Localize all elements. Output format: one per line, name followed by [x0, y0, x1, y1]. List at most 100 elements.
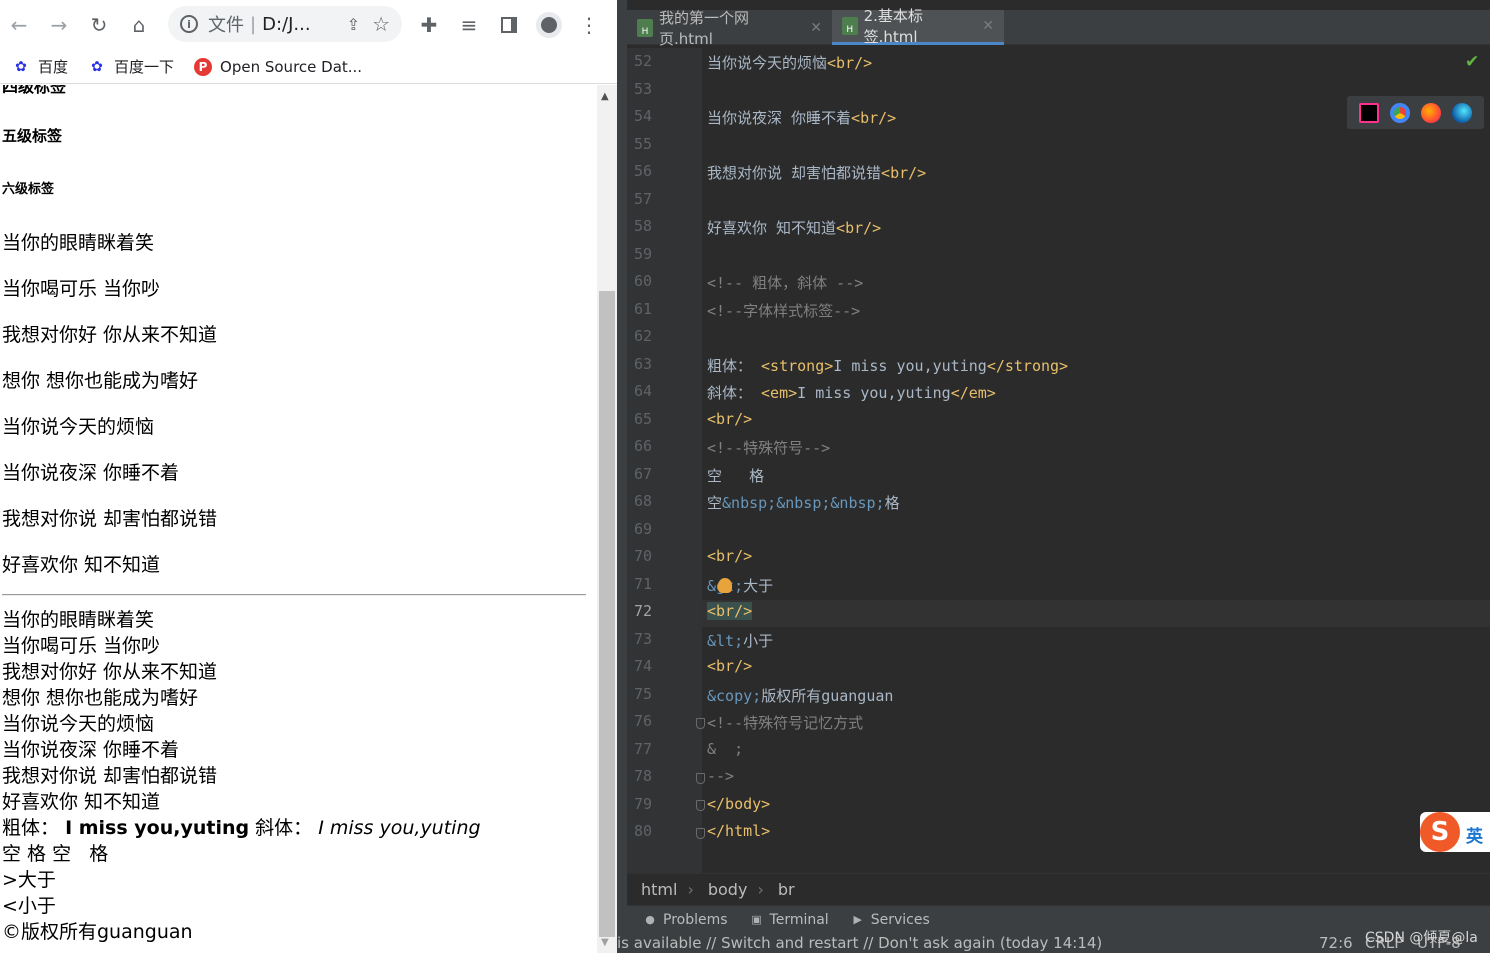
- profile-button[interactable]: [534, 10, 564, 40]
- code-line-79[interactable]: </body>: [707, 795, 770, 813]
- code-line-65[interactable]: <br/>: [707, 410, 752, 428]
- terminal-button[interactable]: ▣ Terminal: [750, 912, 828, 928]
- code-line-75[interactable]: &copy;版权所有guanguan: [707, 685, 893, 706]
- code-line-71[interactable]: &gt;大于: [707, 575, 773, 596]
- problems-button[interactable]: ● Problems: [643, 912, 727, 928]
- chrome-icon[interactable]: [1389, 102, 1410, 123]
- code-line-74[interactable]: <br/>: [707, 657, 752, 675]
- code-text: 小于: [743, 632, 774, 650]
- avatar-icon: [536, 12, 562, 38]
- chevron-right-icon: ›: [757, 880, 764, 899]
- fold-marker-icon[interactable]: [696, 800, 705, 811]
- code-line-64[interactable]: 斜体： <em>I miss you,yuting</em>: [707, 382, 996, 403]
- info-icon[interactable]: i: [180, 15, 198, 33]
- code-line-68[interactable]: 空&nbsp;&nbsp;&nbsp;格: [707, 492, 900, 513]
- close-icon[interactable]: ✕: [982, 18, 994, 34]
- fold-marker-icon[interactable]: [696, 718, 705, 729]
- editor-tabs: H 我的第一个网页.html ✕ H 2.基本标签.html ✕: [627, 7, 1490, 48]
- code-text: I miss you,yuting: [797, 384, 951, 402]
- status-message[interactable]: is available // Switch and restart // Do…: [617, 934, 1102, 952]
- url-text[interactable]: D:/J...: [262, 14, 310, 35]
- code-line-58[interactable]: 好喜欢你 知不知道<br/>: [707, 217, 881, 238]
- line-number: 67: [634, 465, 653, 483]
- back-button[interactable]: ←: [4, 10, 34, 40]
- home-icon: ⌂: [132, 13, 146, 37]
- browser-toolbar: ← → ↻ ⌂ i 文件 | D:/J... ⇪ ☆ ✚ ≡ ⋮: [0, 0, 617, 50]
- text-line: 我想对你说 却害怕都说错: [2, 765, 218, 787]
- bookmark-open-source[interactable]: P Open Source Dat...: [194, 57, 362, 76]
- bookmark-baidu[interactable]: ✿ 百度: [12, 56, 68, 77]
- breadcrumb-html[interactable]: html: [641, 880, 677, 899]
- inspection-ok-icon[interactable]: ✔: [1465, 52, 1479, 72]
- address-bar[interactable]: i 文件 | D:/J... ⇪ ☆: [168, 6, 402, 42]
- fold-marker-icon[interactable]: [696, 828, 705, 839]
- edge-icon[interactable]: [1452, 102, 1473, 123]
- home-button[interactable]: ⌂: [124, 10, 154, 40]
- code-line-78[interactable]: -->: [707, 767, 734, 785]
- extensions-button[interactable]: ✚: [414, 10, 444, 40]
- line-number: 70: [634, 547, 653, 565]
- bookmark-label: 百度一下: [114, 58, 175, 76]
- firefox-icon[interactable]: [1421, 102, 1442, 123]
- terminal-icon: ▣: [751, 913, 762, 926]
- left-tool-strip: [617, 0, 627, 953]
- menu-button[interactable]: ⋮: [574, 10, 604, 40]
- breadcrumb-body[interactable]: body: [708, 880, 748, 899]
- kebab-menu-icon: ⋮: [579, 13, 599, 37]
- line-number: 56: [634, 162, 653, 180]
- code-text: 格: [884, 494, 900, 512]
- line-number: 68: [634, 492, 653, 510]
- font-style-line: 粗体： I miss you,yuting 斜体： I miss you,yut…: [2, 815, 481, 841]
- forward-button[interactable]: →: [44, 10, 74, 40]
- services-icon: ▶: [853, 913, 862, 926]
- line-number: 72: [634, 602, 653, 620]
- scrollbar-thumb[interactable]: [599, 291, 615, 937]
- page-scrollbar[interactable]: ▲ ▼: [597, 85, 617, 953]
- line-number: 55: [634, 135, 653, 153]
- code-text: 空: [707, 494, 723, 512]
- tab-first-page[interactable]: H 我的第一个网页.html ✕: [627, 9, 832, 48]
- code-line-63[interactable]: 粗体： <strong>I miss you,yuting</strong>: [707, 355, 1068, 376]
- media-button[interactable]: ≡: [454, 10, 484, 40]
- bookmark-star-icon[interactable]: ☆: [372, 12, 390, 36]
- lightbulb-icon[interactable]: [718, 578, 732, 593]
- code-line-52[interactable]: 当你说今天的烦恼<br/>: [707, 52, 872, 73]
- reload-button[interactable]: ↻: [84, 10, 114, 40]
- page-content: 四级标签 五级标签 六级标签 当你的眼睛眯着笑 当你喝可乐 当你吵 我想对你好 …: [0, 85, 597, 953]
- caret-position[interactable]: 72:6: [1319, 934, 1353, 952]
- side-panel-button[interactable]: [494, 10, 524, 40]
- line-number: 54: [634, 107, 653, 125]
- intellij-browser-icon[interactable]: [1358, 102, 1379, 123]
- ime-indicator[interactable]: S 英: [1420, 812, 1490, 852]
- code-line-61[interactable]: <!--字体样式标签-->: [707, 300, 860, 321]
- line-number: 52: [634, 52, 653, 70]
- code-line-70[interactable]: <br/>: [707, 547, 752, 565]
- scroll-down-icon[interactable]: ▼: [601, 937, 609, 948]
- code-line-60[interactable]: <!-- 粗体，斜体 -->: [707, 272, 863, 293]
- code-line-67[interactable]: 空 格: [707, 465, 764, 486]
- breadcrumb-br[interactable]: br: [778, 880, 795, 899]
- code-line-56[interactable]: 我想对你说 却害怕都说错<br/>: [707, 162, 926, 183]
- code-line-66[interactable]: <!--特殊符号-->: [707, 437, 830, 458]
- code-line-76[interactable]: <!--特殊符号记忆方式: [707, 712, 863, 733]
- code-line-54[interactable]: 当你说夜深 你睡不着<br/>: [707, 107, 896, 128]
- code-line-72[interactable]: <br/>: [707, 602, 753, 620]
- code-line-80[interactable]: </html>: [707, 822, 770, 840]
- code-text: 当你说夜深 你睡不着: [707, 109, 852, 127]
- share-icon[interactable]: ⇪: [347, 15, 360, 34]
- lt-line: <小于: [2, 895, 56, 917]
- code-tag: <br/>: [827, 54, 873, 72]
- close-icon[interactable]: ✕: [810, 20, 822, 36]
- code-tag: <br/>: [851, 109, 897, 127]
- paragraph: 好喜欢你 知不知道: [2, 554, 161, 576]
- services-button[interactable]: ▶ Services: [851, 912, 929, 928]
- fold-marker-icon[interactable]: [696, 773, 705, 784]
- bold-text: I miss you,yuting: [65, 817, 250, 839]
- scroll-up-icon[interactable]: ▲: [601, 91, 609, 102]
- code-line-77[interactable]: & ;: [707, 740, 743, 758]
- tool-window-bar: ● Problems ▣ Terminal ▶ Services: [627, 905, 1490, 933]
- text-line: 好喜欢你 知不知道: [2, 791, 161, 813]
- code-line-73[interactable]: &lt;小于: [707, 630, 773, 651]
- tab-basic-tags[interactable]: H 2.基本标签.html ✕: [832, 7, 1004, 46]
- bookmark-baidu-search[interactable]: ✿ 百度一下: [88, 56, 174, 77]
